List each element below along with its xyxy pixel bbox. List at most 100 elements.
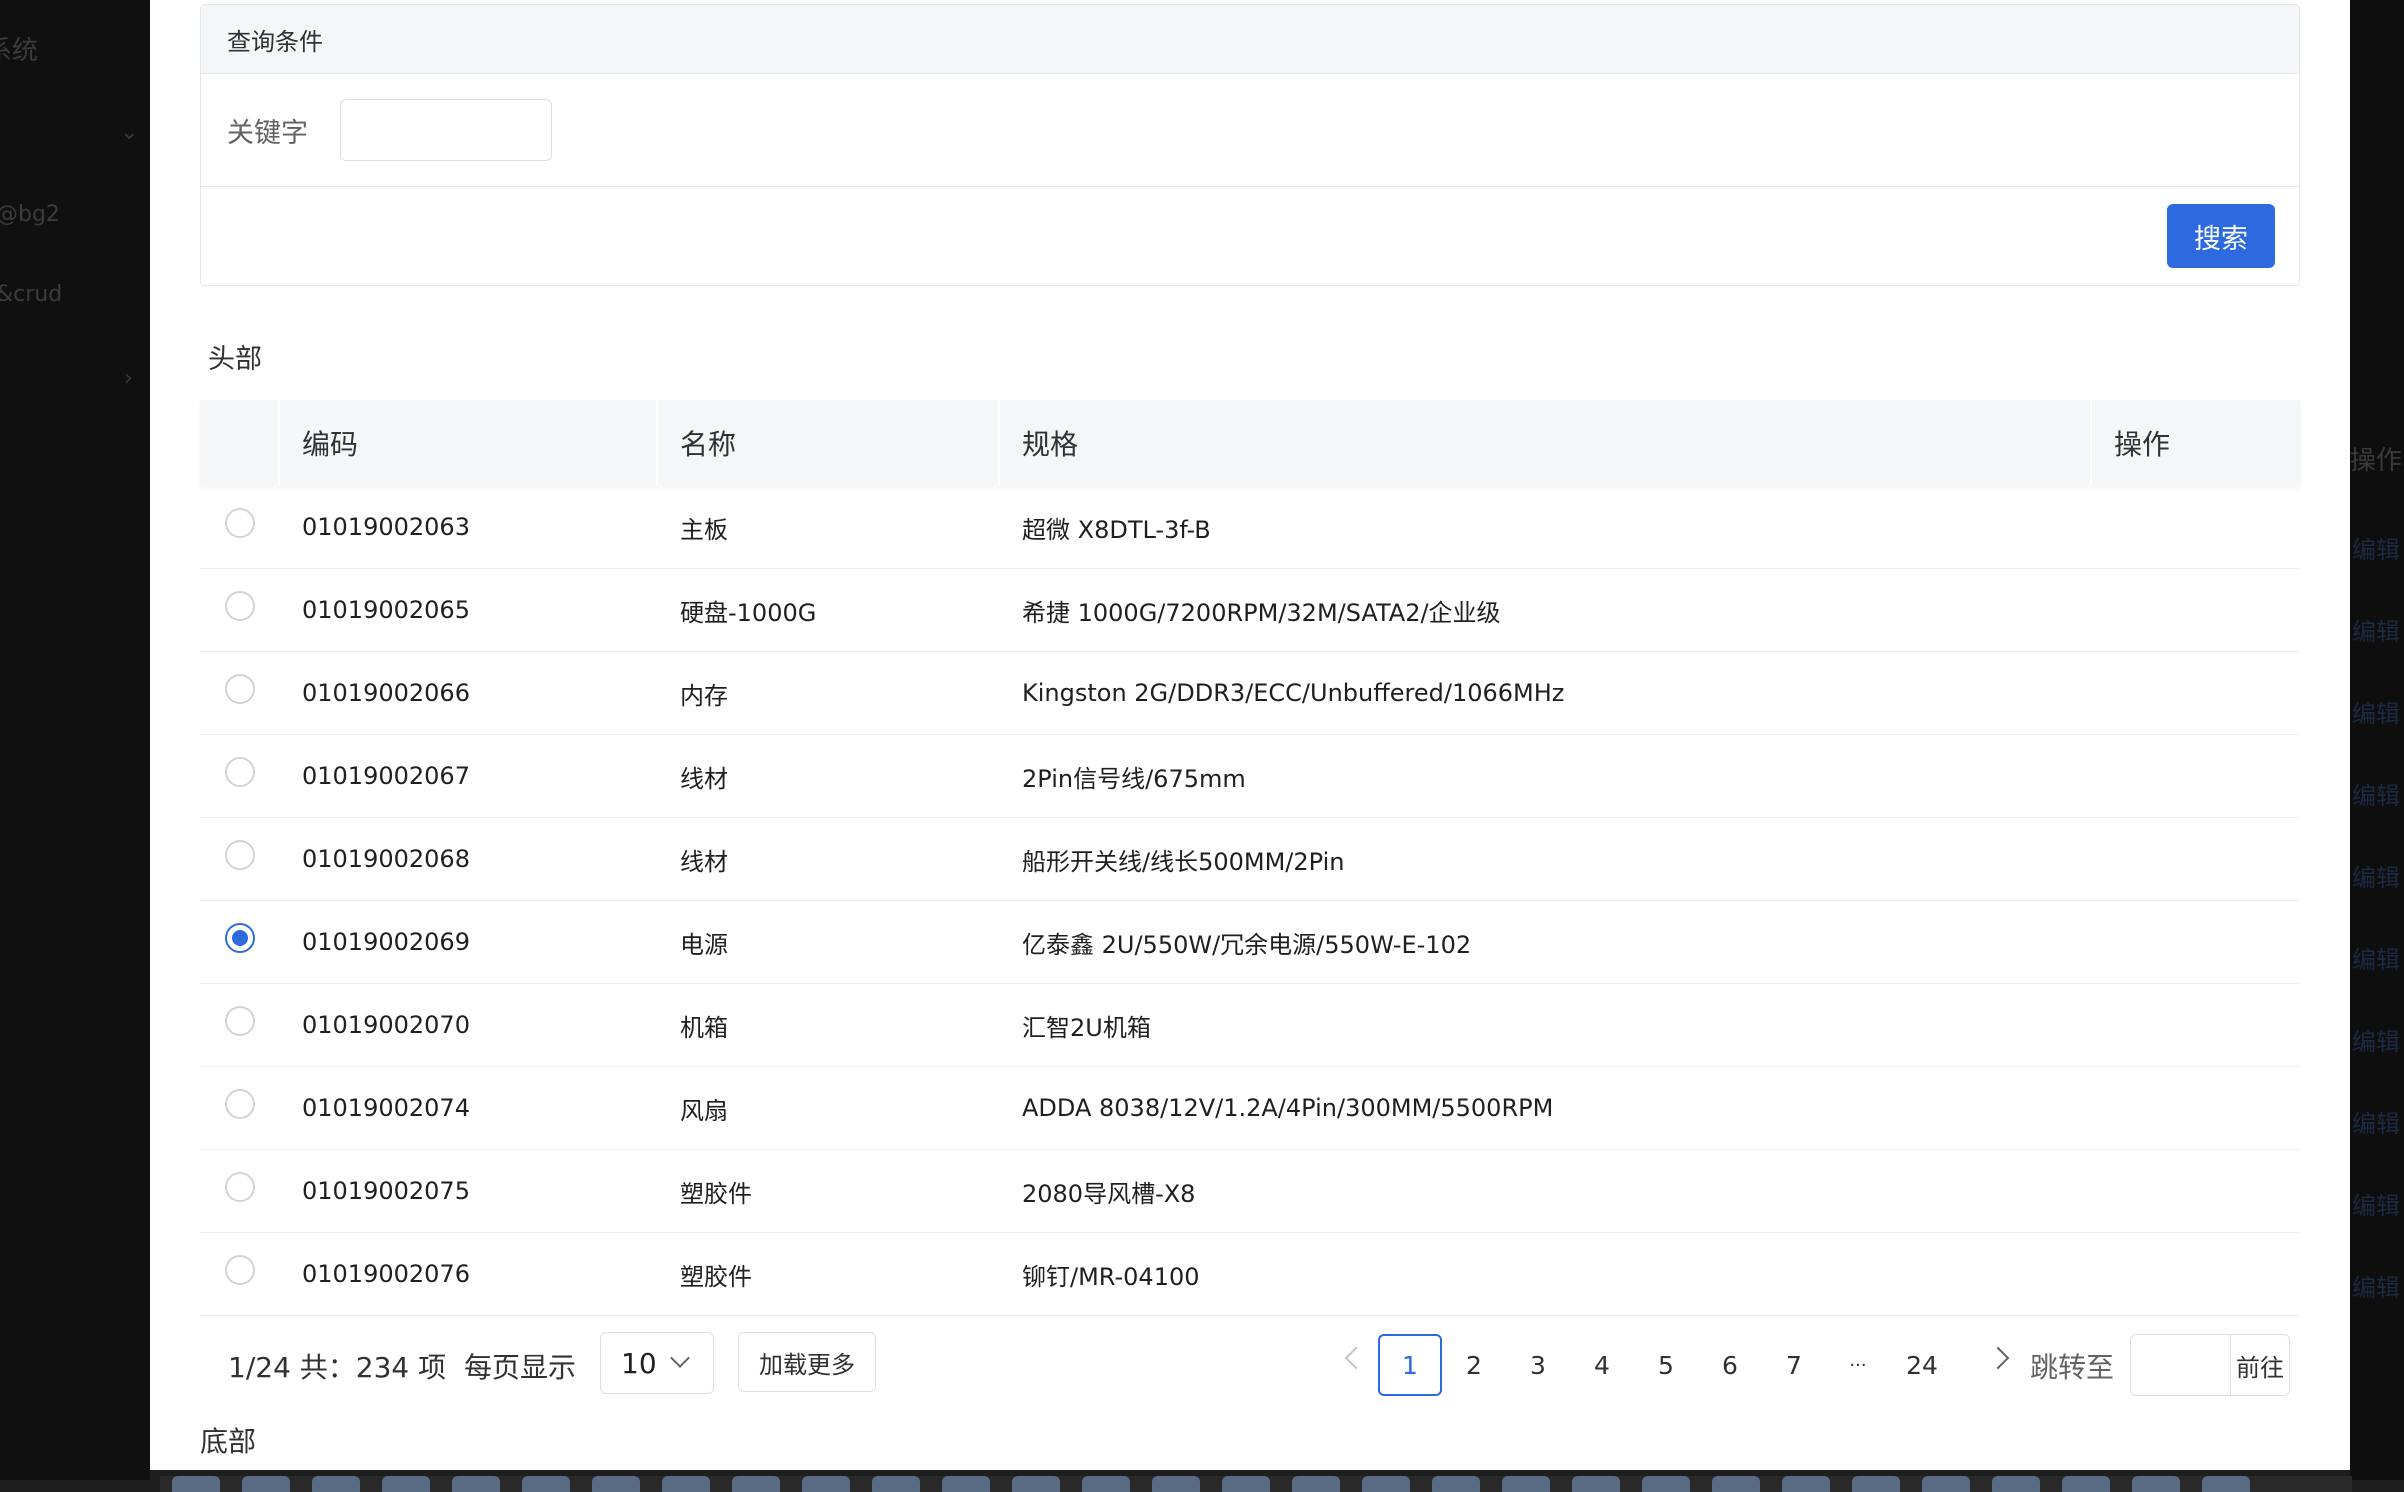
dock-app-icon[interactable] <box>1642 1476 1690 1492</box>
dock-app-icon[interactable] <box>1082 1476 1130 1492</box>
dock-app-icon[interactable] <box>382 1476 430 1492</box>
dock-app-icon[interactable] <box>1012 1476 1060 1492</box>
page-ellipsis[interactable]: ··· <box>1826 1334 1890 1396</box>
column-header-spec: 规格 <box>1000 400 2092 486</box>
table-row[interactable]: 01019002067 线材 2Pin信号线/675mm <box>200 735 2300 818</box>
dock-app-icon[interactable] <box>1502 1476 1550 1492</box>
keyword-label: 关键字 <box>227 117 308 149</box>
cell-spec: 2080导风槽-X8 <box>1022 1179 1196 1208</box>
search-button[interactable]: 搜索 <box>2167 204 2275 268</box>
dock-app-icon[interactable] <box>942 1476 990 1492</box>
dock-app-icon[interactable] <box>1922 1476 1970 1492</box>
go-button[interactable]: 前往 <box>2230 1334 2290 1396</box>
table-row[interactable]: 01019002063 主板 超微 X8DTL-3f-B <box>200 486 2300 569</box>
dock-app-icon[interactable] <box>662 1476 710 1492</box>
page-6-button[interactable]: 6 <box>1698 1334 1762 1396</box>
cell-spec: ADDA 8038/12V/1.2A/4Pin/300MM/5500RPM <box>1022 1094 1554 1122</box>
jump-to-label: 跳转至 <box>2030 1351 2115 1384</box>
page-size-select[interactable]: 10 <box>600 1332 714 1394</box>
dock-app-icon[interactable] <box>1852 1476 1900 1492</box>
row-radio[interactable] <box>225 674 255 704</box>
table-row[interactable]: 01019002068 线材 船形开关线/线长500MM/2Pin <box>200 818 2300 901</box>
cell-spec: 船形开关线/线长500MM/2Pin <box>1022 847 1345 876</box>
keyword-input[interactable] <box>340 99 552 161</box>
background-edit-link: 编辑 <box>2352 536 2400 564</box>
row-radio[interactable] <box>225 508 255 538</box>
dock-app-icon[interactable] <box>522 1476 570 1492</box>
next-page-icon[interactable] <box>1986 1346 2010 1370</box>
background-system-title: 系统 <box>0 36 39 66</box>
cell-name: 线材 <box>680 764 728 793</box>
row-radio[interactable] <box>225 923 255 953</box>
dock-app-icon[interactable] <box>1712 1476 1760 1492</box>
dock-app-icon[interactable] <box>1292 1476 1340 1492</box>
table-row[interactable]: 01019002069 电源 亿泰鑫 2U/550W/冗余电源/550W-E-102 <box>200 901 2300 984</box>
dock-app-icon[interactable] <box>1992 1476 2040 1492</box>
row-radio[interactable] <box>225 1006 255 1036</box>
dock-app-icon[interactable] <box>172 1476 220 1492</box>
page-3-button[interactable]: 3 <box>1506 1334 1570 1396</box>
page-7-button[interactable]: 7 <box>1762 1334 1826 1396</box>
query-card-title: 查询条件 <box>201 5 2299 74</box>
page-5-button[interactable]: 5 <box>1634 1334 1698 1396</box>
table-body: 01019002063 主板 超微 X8DTL-3f-B 01019002065 硬盘-… <box>200 486 2300 1316</box>
table-row[interactable]: 01019002076 塑胶件 铆钉/MR-04100 <box>200 1233 2300 1316</box>
row-radio[interactable] <box>225 757 255 787</box>
cell-code: 01019002067 <box>302 762 470 790</box>
row-select-cell <box>200 923 280 953</box>
cell-code: 01019002066 <box>302 679 470 707</box>
cell-code: 01019002076 <box>302 1260 470 1288</box>
table-row[interactable]: 01019002066 内存 Kingston 2G/DDR3/ECC/Unbuff… <box>200 652 2300 735</box>
load-more-button[interactable]: 加载更多 <box>738 1332 876 1392</box>
jump-page-input[interactable] <box>2130 1334 2230 1396</box>
dock-app-icon[interactable] <box>872 1476 920 1492</box>
cell-name: 硬盘-1000G <box>680 598 817 627</box>
page-2-button[interactable]: 2 <box>1442 1334 1506 1396</box>
row-radio[interactable] <box>225 840 255 870</box>
page-24-button[interactable]: 24 <box>1890 1334 1954 1396</box>
dock-app-icon[interactable] <box>2062 1476 2110 1492</box>
page-1-button[interactable]: 1 <box>1378 1334 1442 1396</box>
row-radio[interactable] <box>225 1089 255 1119</box>
dock-app-icon[interactable] <box>592 1476 640 1492</box>
cell-name: 主板 <box>680 515 728 544</box>
query-actions: 搜索 <box>201 187 2299 287</box>
cell-spec: 2Pin信号线/675mm <box>1022 764 1246 793</box>
table-header: 编码 名称 规格 操作 <box>200 400 2300 486</box>
page-4-button[interactable]: 4 <box>1570 1334 1634 1396</box>
table-row[interactable]: 01019002075 塑胶件 2080导风槽-X8 <box>200 1150 2300 1233</box>
section-footer: 底部 <box>200 1425 257 1458</box>
row-radio[interactable] <box>225 1255 255 1285</box>
table-row[interactable]: 01019002070 机箱 汇智2U机箱 <box>200 984 2300 1067</box>
dock-app-icon[interactable] <box>1572 1476 1620 1492</box>
cell-spec: Kingston 2G/DDR3/ECC/Unbuffered/1066MHz <box>1022 679 1565 707</box>
cell-name: 塑胶件 <box>680 1262 752 1291</box>
background-edit-link: 编辑 <box>2352 618 2400 646</box>
dock-app-icon[interactable] <box>1432 1476 1480 1492</box>
table-row[interactable]: 01019002074 风扇 ADDA 8038/12V/1.2A/4Pin/300… <box>200 1067 2300 1150</box>
dock-app-icon[interactable] <box>802 1476 850 1492</box>
dock-app-icon[interactable] <box>732 1476 780 1492</box>
cell-spec: 铆钉/MR-04100 <box>1022 1262 1200 1291</box>
row-select-cell <box>200 1006 280 1036</box>
column-header-name: 名称 <box>658 400 1000 486</box>
dock-app-icon[interactable] <box>1362 1476 1410 1492</box>
prev-page-icon[interactable] <box>1344 1346 1368 1370</box>
row-radio[interactable] <box>225 1172 255 1202</box>
pagination-info: 1/24 共：234 项 每页显示 <box>228 1346 576 1386</box>
cell-name: 塑胶件 <box>680 1179 752 1208</box>
dock-app-icon[interactable] <box>1782 1476 1830 1492</box>
dock-app-icon[interactable] <box>242 1476 290 1492</box>
cell-spec: 亿泰鑫 2U/550W/冗余电源/550W-E-102 <box>1022 930 1472 959</box>
dock-app-icon[interactable] <box>1152 1476 1200 1492</box>
row-radio[interactable] <box>225 591 255 621</box>
row-select-cell <box>200 1255 280 1285</box>
dock-app-icon[interactable] <box>2132 1476 2180 1492</box>
cell-code: 01019002074 <box>302 1094 470 1122</box>
table-row[interactable]: 01019002065 硬盘-1000G 希捷 1000G/7200RPM/32M/… <box>200 569 2300 652</box>
dock-app-icon[interactable] <box>2202 1476 2250 1492</box>
cell-code: 01019002070 <box>302 1011 470 1039</box>
dock-app-icon[interactable] <box>312 1476 360 1492</box>
dock-app-icon[interactable] <box>1222 1476 1270 1492</box>
dock-app-icon[interactable] <box>452 1476 500 1492</box>
